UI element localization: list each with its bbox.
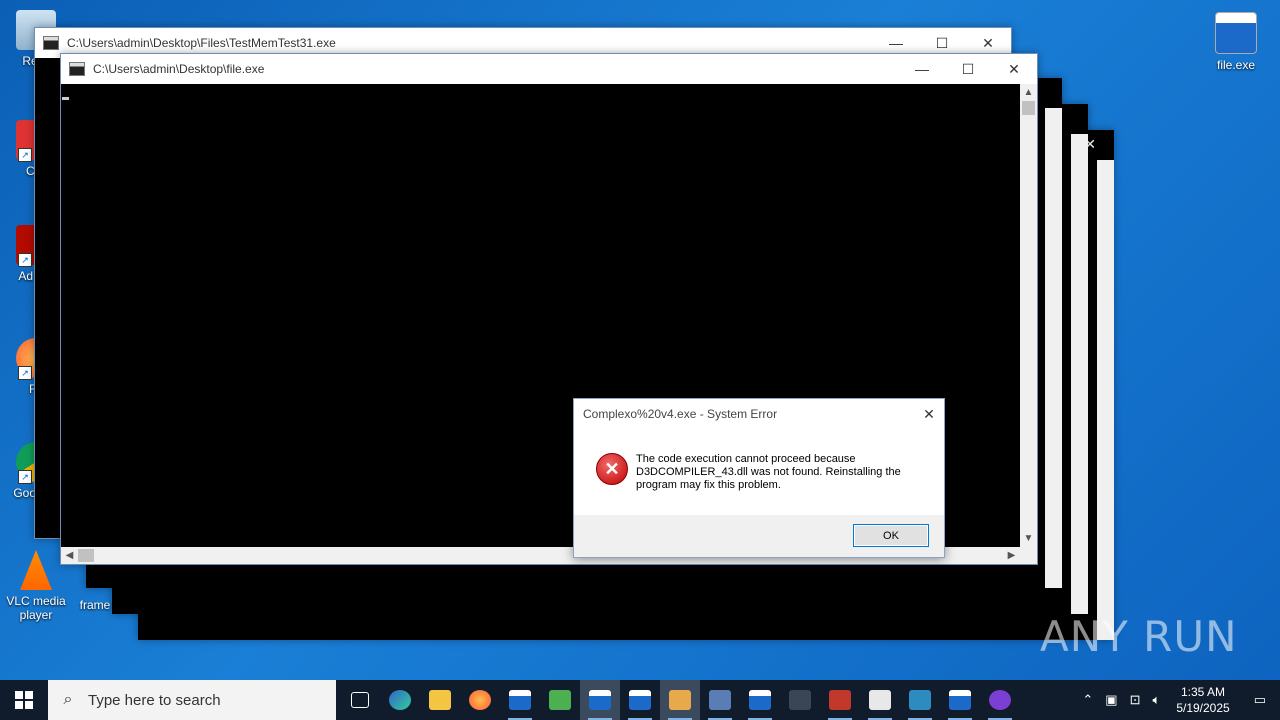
taskbar: ⌕ Type here to search ⌃ ▣ ⊡ 🔈︎ 1:35 AM 5… xyxy=(0,680,1280,720)
vertical-scrollbar[interactable]: ▲ ▼ xyxy=(1020,84,1037,547)
clock[interactable]: 1:35 AM 5/19/2025 xyxy=(1166,684,1239,716)
desktop-icon-file-exe[interactable]: file.exe xyxy=(1200,12,1272,72)
dialog-message: The code execution cannot proceed becaus… xyxy=(636,453,901,491)
task-view-icon[interactable] xyxy=(340,680,380,720)
text-cursor xyxy=(62,97,69,100)
close-icon[interactable]: ✕ xyxy=(914,399,944,429)
ok-button[interactable]: OK xyxy=(853,524,929,547)
desktop-icon-label: file.exe xyxy=(1216,58,1256,72)
document-taskbar-icon[interactable] xyxy=(860,680,900,720)
scroll-thumb[interactable] xyxy=(1022,101,1035,115)
console-taskbar-icon-4[interactable] xyxy=(940,680,980,720)
search-icon: ⌕ xyxy=(63,691,73,708)
close-icon[interactable]: ✕ xyxy=(991,54,1037,84)
vertical-scrollbar[interactable] xyxy=(1045,108,1062,588)
link-taskbar-icon[interactable] xyxy=(780,680,820,720)
search-placeholder: Type here to search xyxy=(88,691,221,709)
console-app-icon xyxy=(43,36,59,50)
vertical-scrollbar[interactable] xyxy=(1071,134,1088,614)
dialog-footer: OK xyxy=(574,515,944,557)
maximize-icon[interactable]: ☐ xyxy=(945,54,991,84)
error-icon: ✕ xyxy=(596,453,628,485)
firefox-taskbar-icon[interactable] xyxy=(460,680,500,720)
scroll-right-arrow-icon[interactable]: ▶ xyxy=(1003,547,1020,564)
minimize-icon[interactable]: — xyxy=(899,54,945,84)
scroll-down-arrow-icon[interactable]: ▼ xyxy=(1020,530,1037,547)
chevron-up-icon[interactable]: ⌃ xyxy=(1076,692,1099,708)
vlc-icon xyxy=(20,550,52,590)
taskbar-search-box[interactable]: ⌕ Type here to search xyxy=(48,680,336,720)
scroll-up-arrow-icon[interactable]: ▲ xyxy=(1020,84,1037,101)
window-titlebar[interactable]: C:\Users\admin\Desktop\file.exe — ☐ ✕ xyxy=(61,54,1037,84)
file-exe-icon xyxy=(1215,12,1257,54)
ethernet-icon[interactable]: ⊡ xyxy=(1124,692,1147,708)
edge-icon[interactable] xyxy=(380,680,420,720)
network-app-taskbar-icon[interactable] xyxy=(700,680,740,720)
purple-app-taskbar-icon[interactable] xyxy=(980,680,1020,720)
scroll-left-arrow-icon[interactable]: ◀ xyxy=(61,547,78,564)
system-error-dialog[interactable]: Complexo%20v4.exe - System Error ✕ ✕ The… xyxy=(573,398,945,558)
windows-logo-icon xyxy=(15,691,33,709)
system-tray: ⌃ ▣ ⊡ 🔈︎ 1:35 AM 5/19/2025 ▭ xyxy=(1076,680,1280,720)
dialog-body: ✕ The code execution cannot proceed beca… xyxy=(574,429,944,514)
console-active-taskbar-icon[interactable] xyxy=(580,680,620,720)
clock-time: 1:35 AM xyxy=(1180,685,1226,699)
console-taskbar-icon-2[interactable] xyxy=(620,680,660,720)
file-explorer-icon[interactable] xyxy=(420,680,460,720)
window-title: C:\Users\admin\Desktop\Files\TestMemTest… xyxy=(67,36,336,50)
notifications-icon[interactable]: ▭ xyxy=(1240,692,1280,708)
clock-date: 5/19/2025 xyxy=(1176,701,1230,715)
app-green-taskbar-icon[interactable] xyxy=(540,680,580,720)
monitor-taskbar-icon[interactable] xyxy=(900,680,940,720)
network-status-icon[interactable]: ▣ xyxy=(1099,692,1123,708)
console-taskbar-icon-3[interactable] xyxy=(740,680,780,720)
console-app-icon xyxy=(69,62,85,76)
anyrun-watermark: ANY RUN xyxy=(1040,612,1238,661)
vertical-scrollbar[interactable] xyxy=(1097,160,1114,640)
scroll-thumb[interactable] xyxy=(78,549,94,562)
installer-taskbar-icon[interactable] xyxy=(820,680,860,720)
dialog-title: Complexo%20v4.exe - System Error xyxy=(583,407,778,421)
app-grid-taskbar-icon[interactable] xyxy=(660,680,700,720)
window-title: C:\Users\admin\Desktop\file.exe xyxy=(93,62,265,76)
volume-icon[interactable]: 🔈︎ xyxy=(1147,692,1167,708)
console-taskbar-icon[interactable] xyxy=(500,680,540,720)
start-button[interactable] xyxy=(0,680,48,720)
